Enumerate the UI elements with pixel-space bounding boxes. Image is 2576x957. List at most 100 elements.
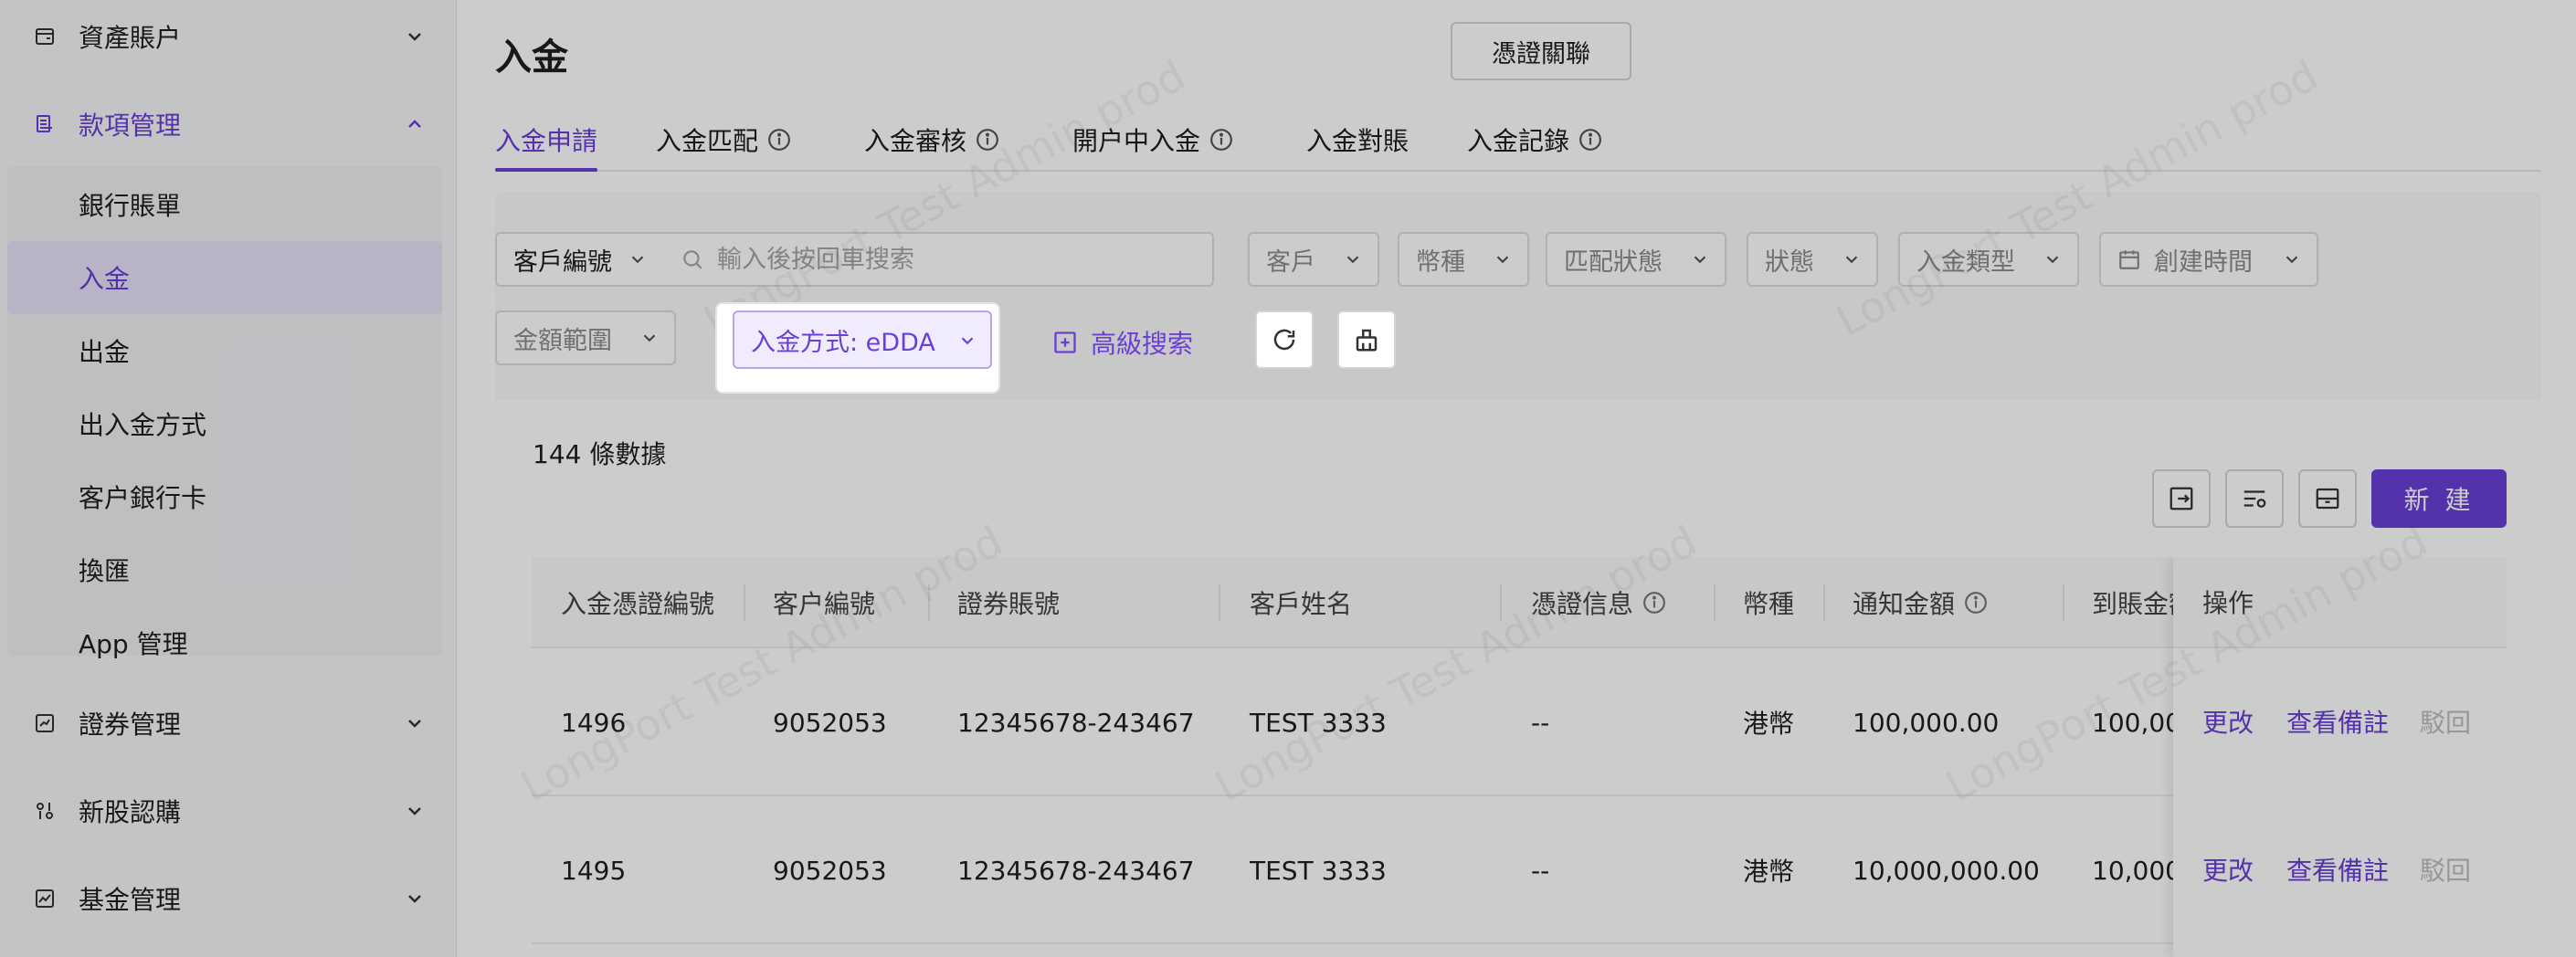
deposit-table: 入金憑證編號 客户編號 證券賬號 客戶姓名 憑證信息 幣種 通知金額 到賬金額 … — [532, 557, 2507, 957]
cell-voucher-info: -- — [1531, 855, 1550, 886]
tab-deposit-records[interactable]: 入金記錄 — [1467, 111, 1602, 168]
nav-group-fund-management[interactable]: 基金管理 — [0, 862, 457, 935]
nav-group-ipo-subscription[interactable]: 新股認購 — [0, 774, 457, 847]
chevron-down-icon — [1694, 256, 1706, 264]
match-status-filter[interactable]: 匹配狀態 — [1546, 232, 1726, 287]
layout-icon — [2316, 488, 2339, 510]
advanced-search-label: 高級搜索 — [1091, 329, 1194, 359]
search-field-select[interactable]: 客戶編號 — [495, 232, 664, 287]
tab-deposit-application[interactable]: 入金申請 — [495, 111, 598, 172]
cell-arrival-amount: 100,00 — [2092, 707, 2181, 738]
wallet-icon — [33, 25, 57, 48]
sidebar-item-app-management[interactable]: App 管理 — [7, 606, 442, 679]
customer-filter[interactable]: 客戶 — [1248, 232, 1379, 287]
ipo-icon — [33, 799, 57, 823]
actions-column: 操作 更改 查看備註 駁回 更改 查看備註 駁回 — [2173, 557, 2507, 957]
advanced-search-button[interactable]: 高級搜索 — [1052, 324, 1193, 361]
cell-voucher-info: -- — [1531, 707, 1550, 738]
column-header-label: 通知金額 — [1853, 589, 1956, 619]
info-icon[interactable] — [1209, 128, 1233, 152]
cell-currency: 港幣 — [1743, 857, 1795, 887]
export-button[interactable] — [2152, 469, 2211, 528]
select-placeholder: 匹配狀態 — [1564, 247, 1663, 277]
column-header: 證券賬號 — [957, 589, 1061, 619]
chevron-down-icon — [631, 256, 644, 264]
column-divider[interactable] — [1823, 584, 1825, 621]
cell-arrival-amount: 10,000 — [2092, 855, 2181, 886]
column-settings-button[interactable] — [2225, 469, 2284, 528]
info-icon[interactable] — [1642, 591, 1666, 615]
view-notes-link[interactable]: 查看備註 — [2286, 851, 2389, 888]
cell-customer-no: 9052053 — [773, 855, 887, 886]
nav-group-label: 資產賬户 — [79, 23, 182, 53]
sidebar-item-deposit[interactable]: 入金 — [7, 241, 442, 314]
deposit-type-filter[interactable]: 入金類型 — [1898, 232, 2079, 287]
edit-link[interactable]: 更改 — [2202, 851, 2254, 888]
new-button[interactable]: 新 建 — [2371, 469, 2507, 528]
refresh-button[interactable] — [1255, 310, 1314, 369]
sidebar-item-currency-exchange[interactable]: 換匯 — [7, 533, 442, 606]
tab-label: 入金審核 — [864, 126, 967, 156]
nav-group-securities-management[interactable]: 證券管理 — [0, 687, 457, 760]
chevron-up-icon — [408, 120, 421, 128]
chevron-down-icon — [408, 895, 421, 903]
info-icon[interactable] — [1964, 591, 1988, 615]
column-divider[interactable] — [928, 584, 930, 621]
chevron-down-icon — [408, 807, 421, 815]
select-placeholder: 入金類型 — [1916, 247, 2015, 277]
cell-securities-account: 12345678-243467 — [957, 707, 1195, 738]
sidebar-item-withdrawal[interactable]: 出金 — [7, 314, 442, 387]
search-box — [662, 232, 1214, 287]
fund-chart-icon — [33, 887, 57, 910]
tab-bar: 入金申請 入金匹配 入金審核 開户中入金 入金對賬 入金記錄 — [495, 108, 2541, 172]
calendar-icon — [2119, 250, 2139, 269]
search-input[interactable] — [717, 245, 1192, 274]
sidebar-item-bank-statements[interactable]: 銀行賬單 — [7, 168, 442, 241]
currency-filter[interactable]: 幣種 — [1398, 232, 1529, 287]
deposit-method-filter[interactable]: 入金方式: eDDA — [733, 310, 992, 369]
view-notes-link[interactable]: 查看備註 — [2286, 703, 2389, 740]
tab-deposit-reconciliation[interactable]: 入金對賬 — [1306, 111, 1409, 168]
info-icon[interactable] — [767, 128, 791, 152]
tab-account-opening-deposit[interactable]: 開户中入金 — [1072, 111, 1233, 168]
created-time-filter[interactable]: 創建時間 — [2099, 232, 2318, 287]
sidebar-item-client-bank-cards[interactable]: 客户銀行卡 — [7, 460, 442, 533]
column-divider[interactable] — [2063, 584, 2064, 621]
info-icon[interactable] — [1578, 128, 1602, 152]
chevron-down-icon — [643, 334, 656, 342]
nav-group-label: 新股認購 — [79, 797, 182, 827]
chevron-down-icon — [2286, 256, 2298, 264]
select-placeholder: 幣種 — [1416, 247, 1465, 277]
nav-group-asset-accounts[interactable]: 資產賬户 — [0, 0, 457, 73]
cell-customer-no: 9052053 — [773, 707, 887, 738]
column-divider[interactable] — [1714, 584, 1716, 621]
column-header-notify-amount: 通知金額 — [1853, 557, 1988, 648]
clear-filters-button[interactable] — [1337, 310, 1396, 369]
status-filter[interactable]: 狀態 — [1747, 232, 1878, 287]
chevron-down-icon — [408, 720, 421, 728]
cell-notify-amount: 100,000.00 — [1853, 707, 2000, 738]
nav-group-payment-management[interactable]: 款項管理 — [0, 88, 457, 161]
cell-customer-name: TEST 3333 — [1250, 707, 1387, 738]
sidebar-item-deposit-withdraw-methods[interactable]: 出入金方式 — [7, 387, 442, 460]
result-count: 144 條數據 — [533, 439, 667, 469]
select-value: 入金方式: eDDA — [751, 328, 935, 357]
density-button[interactable] — [2298, 469, 2357, 528]
cell-notify-amount: 10,000,000.00 — [1853, 855, 2040, 886]
tab-deposit-matching[interactable]: 入金匹配 — [656, 111, 791, 168]
sidebar-item-label: 銀行賬單 — [79, 191, 182, 221]
column-divider[interactable] — [1500, 584, 1502, 621]
info-icon[interactable] — [976, 128, 999, 152]
column-header: 入金憑證編號 — [561, 589, 715, 619]
column-divider[interactable] — [744, 584, 745, 621]
cell-voucher-id: 1496 — [561, 707, 627, 738]
tab-deposit-review[interactable]: 入金審核 — [864, 111, 999, 168]
edit-link[interactable]: 更改 — [2202, 703, 2254, 740]
column-divider[interactable] — [1219, 584, 1220, 621]
nav-group-label: 證券管理 — [79, 710, 182, 740]
chevron-down-icon — [2046, 256, 2059, 264]
chevron-down-icon — [1346, 256, 1359, 264]
voucher-link-button[interactable]: 憑證關聯 — [1451, 22, 1631, 80]
amount-range-filter[interactable]: 金額範圍 — [495, 310, 676, 365]
select-placeholder: 狀態 — [1765, 247, 1814, 277]
